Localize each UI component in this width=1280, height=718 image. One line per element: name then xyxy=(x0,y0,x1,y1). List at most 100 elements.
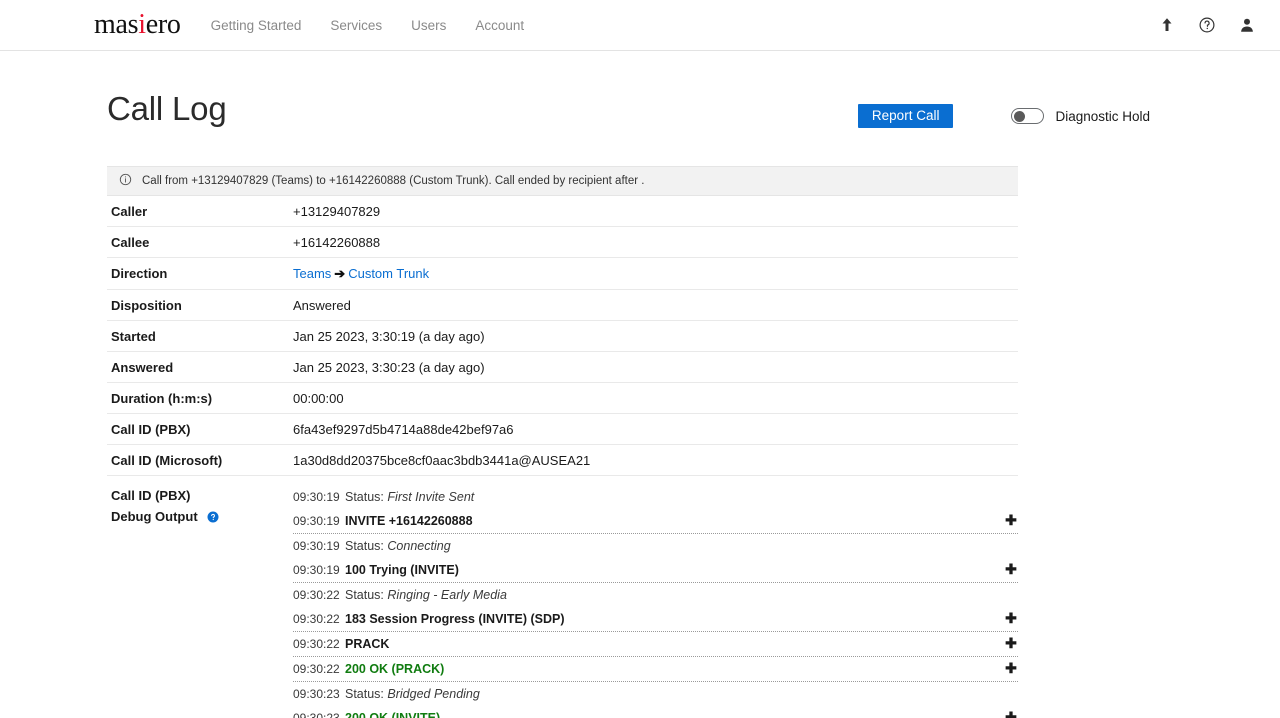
debug-timestamp: 09:30:22 xyxy=(293,662,345,676)
top-navigation-bar: masiero Getting Started Services Users A… xyxy=(0,0,1280,51)
page-content: Call Log Report Call Diagnostic Hold Cal… xyxy=(0,51,1280,718)
debug-timestamp: 09:30:22 xyxy=(293,588,345,602)
debug-message-text: 100 Trying (INVITE) xyxy=(345,563,1004,577)
table-row-callee: Callee +16142260888 xyxy=(107,227,1018,258)
debug-message-line[interactable]: 09:30:22 200 OK (PRACK) ✚ xyxy=(293,657,1018,682)
debug-output-labels: Call ID (PBX) Debug Output xyxy=(107,485,293,527)
debug-timestamp: 09:30:19 xyxy=(293,490,345,504)
debug-status-prefix: Status: xyxy=(345,490,384,504)
expand-plus-icon[interactable]: ✚ xyxy=(1004,710,1018,718)
row-value-callee: +16142260888 xyxy=(293,235,1018,250)
debug-message-text: 183 Session Progress (INVITE) (SDP) xyxy=(345,612,1004,626)
top-right-icons xyxy=(1158,16,1256,34)
toggle-knob xyxy=(1014,111,1025,122)
debug-label-debug-output-text: Debug Output xyxy=(111,509,198,524)
row-value-call-id-microsoft: 1a30d8dd20375bce8cf0aac3bdb3441a@AUSEA21 xyxy=(293,453,1018,468)
nav-item-services[interactable]: Services xyxy=(330,18,382,33)
debug-label-debug-output: Debug Output xyxy=(111,506,293,527)
debug-status-body: Status: Bridged Pending xyxy=(345,687,1018,701)
debug-message-line[interactable]: 09:30:23 200 OK (INVITE) ✚ xyxy=(293,706,1018,718)
debug-timestamp: 09:30:19 xyxy=(293,514,345,528)
direction-source-link[interactable]: Teams xyxy=(293,266,331,281)
brand-logo[interactable]: masiero xyxy=(94,11,181,39)
row-value-direction: Teams➔Custom Trunk xyxy=(293,266,1018,282)
debug-status-body: Status: Ringing - Early Media xyxy=(345,588,1018,602)
debug-message-text: 200 OK (PRACK) xyxy=(345,662,1004,676)
nav-item-account[interactable]: Account xyxy=(475,18,524,33)
debug-timestamp: 09:30:23 xyxy=(293,711,345,718)
page-header-row: Call Log Report Call Diagnostic Hold xyxy=(107,51,1150,166)
debug-status-prefix: Status: xyxy=(345,588,384,602)
debug-label-call-id-pbx-text: Call ID (PBX) xyxy=(111,488,190,503)
brand-logo-text-before: mas xyxy=(94,9,138,40)
help-circle-icon[interactable] xyxy=(1198,16,1216,34)
row-value-duration: 00:00:00 xyxy=(293,391,1018,406)
diagnostic-hold-control: Diagnostic Hold xyxy=(1011,108,1150,124)
row-label: Direction xyxy=(107,266,293,281)
call-summary-text: Call from +13129407829 (Teams) to +16142… xyxy=(142,175,644,187)
debug-status-text: First Invite Sent xyxy=(387,490,474,504)
expand-plus-icon[interactable]: ✚ xyxy=(1004,661,1018,675)
brand-logo-text-after: ero xyxy=(146,9,181,40)
debug-status-prefix: Status: xyxy=(345,687,384,701)
debug-status-text: Bridged Pending xyxy=(387,687,479,701)
main-nav-links: Getting Started Services Users Account xyxy=(211,18,525,33)
debug-message-text: INVITE +16142260888 xyxy=(345,514,1004,528)
debug-status-prefix: Status: xyxy=(345,539,384,553)
report-call-button[interactable]: Report Call xyxy=(858,104,954,128)
brand-logo-accent: i xyxy=(138,9,145,40)
direction-target-link[interactable]: Custom Trunk xyxy=(348,266,429,281)
nav-item-getting-started[interactable]: Getting Started xyxy=(211,18,302,33)
debug-status-line: 09:30:23 Status: Bridged Pending xyxy=(293,682,1018,706)
expand-plus-icon[interactable]: ✚ xyxy=(1004,562,1018,576)
table-row-started: Started Jan 25 2023, 3:30:19 (a day ago) xyxy=(107,321,1018,352)
diagnostic-hold-toggle[interactable] xyxy=(1011,108,1044,124)
row-label: Duration (h:m:s) xyxy=(107,391,293,406)
debug-message-line[interactable]: 09:30:22 PRACK ✚ xyxy=(293,632,1018,657)
page-header-actions: Report Call Diagnostic Hold xyxy=(858,91,1150,128)
row-label: Caller xyxy=(107,204,293,219)
table-row-call-id-pbx: Call ID (PBX) 6fa43ef9297d5b4714a88de42b… xyxy=(107,414,1018,445)
debug-status-body: Status: First Invite Sent xyxy=(345,490,1018,504)
table-row-duration: Duration (h:m:s) 00:00:00 xyxy=(107,383,1018,414)
upload-arrow-icon[interactable] xyxy=(1158,16,1176,34)
debug-status-line: 09:30:19 Status: Connecting xyxy=(293,534,1018,558)
call-detail-table: Call from +13129407829 (Teams) to +16142… xyxy=(107,166,1018,718)
row-label: Call ID (PBX) xyxy=(107,422,293,437)
debug-status-body: Status: Connecting xyxy=(345,539,1018,553)
debug-status-text: Ringing - Early Media xyxy=(387,588,507,602)
table-row-caller: Caller +13129407829 xyxy=(107,196,1018,227)
debug-output-row: Call ID (PBX) Debug Output 09:30:19 xyxy=(107,476,1018,718)
debug-message-line[interactable]: 09:30:19 100 Trying (INVITE) ✚ xyxy=(293,558,1018,583)
debug-message-line[interactable]: 09:30:22 183 Session Progress (INVITE) (… xyxy=(293,607,1018,632)
expand-plus-icon[interactable]: ✚ xyxy=(1004,513,1018,527)
debug-timestamp: 09:30:23 xyxy=(293,687,345,701)
user-account-icon[interactable] xyxy=(1238,16,1256,34)
page-title: Call Log xyxy=(107,91,226,127)
debug-message-text: 200 OK (INVITE) xyxy=(345,711,1004,718)
row-value-answered: Jan 25 2023, 3:30:23 (a day ago) xyxy=(293,360,1018,375)
info-circle-icon xyxy=(119,173,132,189)
debug-status-line: 09:30:19 Status: First Invite Sent xyxy=(293,485,1018,509)
debug-timestamp: 09:30:19 xyxy=(293,539,345,553)
direction-arrow-icon: ➔ xyxy=(331,266,348,281)
debug-timestamp: 09:30:22 xyxy=(293,637,345,651)
debug-message-line[interactable]: 09:30:19 INVITE +16142260888 ✚ xyxy=(293,509,1018,534)
debug-label-call-id-pbx: Call ID (PBX) xyxy=(111,485,293,506)
table-row-direction: Direction Teams➔Custom Trunk xyxy=(107,258,1018,290)
table-row-answered: Answered Jan 25 2023, 3:30:23 (a day ago… xyxy=(107,352,1018,383)
debug-message-text: PRACK xyxy=(345,637,1004,651)
row-value-caller: +13129407829 xyxy=(293,204,1018,219)
row-label: Disposition xyxy=(107,298,293,313)
row-label: Started xyxy=(107,329,293,344)
table-row-call-id-microsoft: Call ID (Microsoft) 1a30d8dd20375bce8cf0… xyxy=(107,445,1018,476)
diagnostic-hold-label: Diagnostic Hold xyxy=(1055,109,1150,124)
expand-plus-icon[interactable]: ✚ xyxy=(1004,611,1018,625)
row-value-disposition: Answered xyxy=(293,298,1018,313)
help-circle-icon[interactable] xyxy=(207,511,219,523)
row-label: Answered xyxy=(107,360,293,375)
expand-plus-icon[interactable]: ✚ xyxy=(1004,636,1018,650)
debug-output-list: 09:30:19 Status: First Invite Sent 09:30… xyxy=(293,485,1018,718)
row-label: Call ID (Microsoft) xyxy=(107,453,293,468)
nav-item-users[interactable]: Users xyxy=(411,18,446,33)
